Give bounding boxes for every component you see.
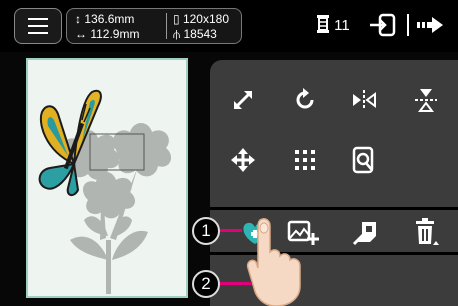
delete-icon <box>416 218 439 245</box>
callout-2-line <box>218 282 252 285</box>
height-arrow-icon: ↕ <box>75 12 81 26</box>
pattern-preview[interactable] <box>26 58 188 298</box>
stitch-readout: ⫛ 18543 <box>173 27 217 42</box>
menu-icon <box>28 18 48 20</box>
callout-1-line <box>218 229 242 232</box>
width-arrow-icon: ↔ <box>75 27 87 41</box>
mirror-horizontal-button[interactable] <box>344 82 384 118</box>
embroidery-design <box>38 89 172 294</box>
zoom-icon <box>352 146 374 174</box>
exit-icon[interactable] <box>368 13 398 37</box>
height-value: 136.6mm <box>84 12 135 26</box>
top-divider <box>407 14 409 36</box>
mirror-horizontal-icon <box>353 90 376 110</box>
width-readout: ↔ 112.9mm <box>75 27 139 41</box>
thread-count-value: 11 <box>334 17 350 34</box>
info-divider <box>166 13 167 39</box>
pattern-info-panel: ↕ 136.6mm ↔ 112.9mm ▯ 120x180 ⫛ 18543 <box>66 8 242 44</box>
frame-size-value: 120x180 <box>182 12 229 26</box>
touch-hand-icon <box>246 218 301 306</box>
thread-count: 11 <box>316 15 350 34</box>
next-icon[interactable] <box>415 13 445 37</box>
callout-2: 2 <box>192 270 220 298</box>
delete-button[interactable] <box>406 214 446 250</box>
density-icon <box>295 150 315 170</box>
thread-spool-icon <box>317 15 329 33</box>
move-button[interactable] <box>223 142 263 178</box>
stitch-count-icon: ⫛ <box>173 27 181 41</box>
rotate-icon <box>296 88 314 109</box>
mirror-vertical-icon <box>415 89 437 112</box>
top-bar: ↕ 136.6mm ↔ 112.9mm ▯ 120x180 ⫛ 18543 11 <box>0 0 458 52</box>
border-button[interactable] <box>346 214 386 250</box>
menu-icon-line <box>28 32 48 34</box>
density-button[interactable] <box>285 142 325 178</box>
zoom-button[interactable] <box>344 142 384 178</box>
move-icon <box>231 148 255 172</box>
menu-icon-line <box>28 25 48 27</box>
height-readout: ↕ 136.6mm <box>75 12 134 26</box>
frame-readout: ▯ 120x180 <box>173 12 229 26</box>
size-button[interactable] <box>223 82 263 118</box>
callout-1: 1 <box>192 217 220 245</box>
menu-button[interactable] <box>14 8 62 44</box>
embroidery-edit-screen: ↕ 136.6mm ↔ 112.9mm ▯ 120x180 ⫛ 18543 11… <box>0 0 458 306</box>
frame-icon: ▯ <box>173 12 180 26</box>
panel-divider <box>210 207 458 210</box>
width-value: 112.9mm <box>90 27 140 41</box>
border-icon <box>352 222 376 246</box>
stitch-count-value: 18543 <box>183 27 217 41</box>
mirror-vertical-button[interactable] <box>406 82 446 118</box>
resize-icon <box>233 90 253 110</box>
rotate-button[interactable] <box>285 82 325 118</box>
